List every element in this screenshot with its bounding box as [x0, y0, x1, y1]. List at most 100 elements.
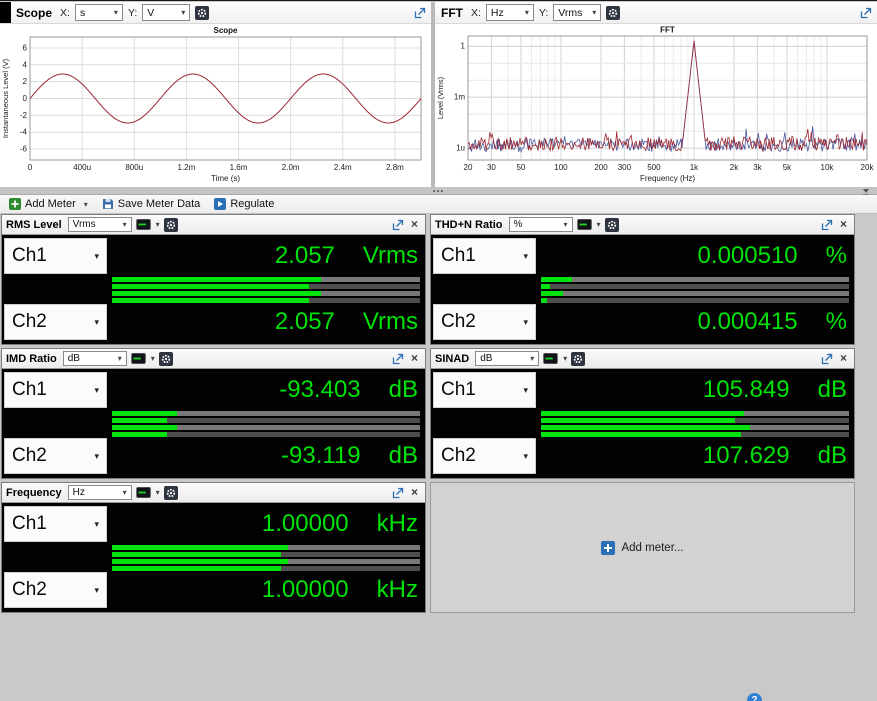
sinad-expand-icon[interactable]: [821, 353, 833, 365]
svg-text:Instantaneous Level (V): Instantaneous Level (V): [1, 58, 10, 138]
rms-level-settings-gear-icon[interactable]: [163, 217, 178, 232]
scope-x-axis-label: X:: [60, 6, 70, 19]
help-icon[interactable]: ?: [747, 693, 762, 701]
imd-ratio-expand-icon[interactable]: [392, 353, 404, 365]
fft-y-unit-combo[interactable]: Vrms ▾: [553, 4, 602, 21]
rms-level-ch1-selector[interactable]: Ch1 ▾: [4, 238, 107, 274]
fft-x-unit-combo[interactable]: Hz ▾: [485, 4, 534, 21]
level-bar: [112, 277, 420, 282]
frequency-settings-gear-icon[interactable]: [163, 485, 178, 500]
meter-grid: RMS Level Vrms ▾ ▾ × Ch1 ▾ 2.057 Vrms Ch2 ▾ 2.057 Vr…: [1, 214, 855, 613]
svg-text:3k: 3k: [753, 163, 762, 172]
scope-panel-header: Scope X: s ▾ Y: V ▾: [0, 2, 431, 24]
thdn-ratio-ch1-selector[interactable]: Ch1 ▾: [433, 238, 536, 274]
imd-ratio-unit-value: dB: [67, 353, 80, 364]
meter-value: 1.00000: [261, 510, 349, 537]
regulate-label: Regulate: [230, 198, 275, 210]
svg-text:0: 0: [28, 163, 33, 172]
add-meter-placeholder[interactable]: Add meter...: [430, 482, 855, 613]
sinad-close-icon[interactable]: ×: [837, 352, 850, 365]
scope-x-unit-combo[interactable]: s ▾: [74, 4, 123, 21]
channel-label: Ch2: [12, 445, 47, 466]
help-glyph: ?: [751, 695, 758, 701]
sinad-ch2-selector[interactable]: Ch2 ▾: [433, 438, 536, 474]
frequency-unit-combo[interactable]: Hz ▾: [67, 485, 132, 500]
rms-level-close-icon[interactable]: ×: [408, 218, 421, 231]
svg-text:-2: -2: [20, 111, 28, 120]
rms-level-display-mode-icon[interactable]: ▾: [135, 219, 160, 230]
svg-text:20k: 20k: [861, 163, 875, 172]
sinad-display-mode-icon[interactable]: ▾: [543, 353, 567, 364]
svg-text:Level (Vrms): Level (Vrms): [436, 76, 445, 119]
thdn-ratio-ch2-selector[interactable]: Ch2 ▾: [433, 304, 536, 340]
imd-ratio-unit-combo[interactable]: dB ▾: [62, 351, 127, 366]
thdn-ratio-ch1-value: 0.000510%: [543, 238, 847, 274]
meter-value: 0.000415: [697, 308, 798, 335]
thdn-ratio-display-mode-icon[interactable]: ▾: [576, 219, 601, 230]
svg-text:5k: 5k: [783, 163, 792, 172]
frequency-header: Frequency Hz ▾ ▾ ×: [2, 483, 425, 503]
fft-expand-icon[interactable]: [860, 7, 872, 19]
thdn-ratio-title: THD+N Ratio: [435, 218, 503, 231]
meter-unit: Vrms: [362, 308, 418, 335]
fft-chart[interactable]: FFT 20 30 50 100 200 300 500 1k 2k 3k 5k 10k 20k 1 1m 1u…: [435, 24, 877, 186]
chevron-down-icon: ▾: [596, 220, 601, 229]
imd-ratio-settings-gear-icon[interactable]: [158, 351, 173, 366]
scope-expand-icon[interactable]: [414, 7, 426, 19]
svg-text:1: 1: [461, 42, 466, 51]
svg-text:2.8m: 2.8m: [386, 163, 404, 172]
fft-settings-gear-icon[interactable]: [606, 5, 621, 20]
sinad-settings-gear-icon[interactable]: [571, 351, 586, 366]
thdn-ratio-close-icon[interactable]: ×: [837, 218, 850, 231]
sinad-ch1-selector[interactable]: Ch1 ▾: [433, 372, 536, 408]
regulate-button[interactable]: Regulate: [208, 197, 280, 211]
meter-unit: dB: [388, 376, 418, 403]
meter-value: 2.057: [274, 242, 335, 269]
frequency-expand-icon[interactable]: [392, 487, 404, 499]
thdn-ratio-unit-combo[interactable]: % ▾: [508, 217, 573, 232]
panel-splitter[interactable]: …: [0, 181, 877, 196]
meter-unit: %: [825, 308, 847, 335]
sinad-unit-combo[interactable]: dB ▾: [475, 351, 540, 366]
svg-text:Time (s): Time (s): [211, 174, 240, 183]
add-icon: [9, 198, 21, 210]
level-bar: [541, 425, 849, 430]
frequency-close-icon[interactable]: ×: [408, 486, 421, 499]
frequency-ch1-selector[interactable]: Ch1 ▾: [4, 506, 107, 542]
channel-label: Ch2: [12, 311, 47, 332]
sinad-bar-meters: [541, 411, 849, 437]
scope-settings-gear-icon[interactable]: [195, 5, 210, 20]
frequency-unit-value: Hz: [72, 487, 85, 498]
svg-text:10k: 10k: [821, 163, 835, 172]
fft-title: FFT: [441, 5, 463, 20]
frequency-display-mode-icon[interactable]: ▾: [135, 487, 160, 498]
chevron-down-icon: ▾: [563, 220, 568, 229]
svg-text:Frequency (Hz): Frequency (Hz): [640, 174, 695, 183]
imd-ratio-display-mode-icon[interactable]: ▾: [130, 353, 155, 364]
level-bar: [541, 298, 849, 303]
meter-panel-sinad: SINAD dB ▾ ▾ × Ch1 ▾ 105.849 dB Ch2 ▾ 107.629 dB: [430, 348, 855, 479]
save-meter-data-button[interactable]: Save Meter Data: [96, 197, 207, 211]
svg-text:-6: -6: [20, 145, 28, 154]
chevron-down-icon: ▾: [150, 354, 155, 363]
frequency-bar-meters: [112, 545, 420, 571]
scope-y-unit-value: V: [147, 6, 155, 19]
rms-level-unit-combo[interactable]: Vrms ▾: [67, 217, 132, 232]
add-icon: [601, 540, 616, 555]
frequency-title: Frequency: [6, 486, 62, 499]
scope-y-axis-label: Y:: [127, 6, 138, 19]
scope-y-unit-combo[interactable]: V ▾: [142, 4, 191, 21]
imd-ratio-close-icon[interactable]: ×: [408, 352, 421, 365]
thdn-ratio-expand-icon[interactable]: [821, 219, 833, 231]
chevron-down-icon: ▾: [155, 220, 160, 229]
scope-chart[interactable]: Scope 0 400u 800u 1.2m 1.6m 2.0m 2.4m 2.8m 6 4 2 0 -2…: [0, 24, 431, 186]
rms-level-ch2-selector[interactable]: Ch2 ▾: [4, 304, 107, 340]
add-meter-button[interactable]: Add Meter ▾: [3, 197, 94, 211]
frequency-ch2-selector[interactable]: Ch2 ▾: [4, 572, 107, 608]
thdn-ratio-settings-gear-icon[interactable]: [604, 217, 619, 232]
rms-level-expand-icon[interactable]: [392, 219, 404, 231]
imd-ratio-ch2-selector[interactable]: Ch2 ▾: [4, 438, 107, 474]
meter-value: 107.629: [702, 442, 790, 469]
imd-ratio-ch1-selector[interactable]: Ch1 ▾: [4, 372, 107, 408]
fft-y-unit-value: Vrms: [558, 6, 583, 19]
